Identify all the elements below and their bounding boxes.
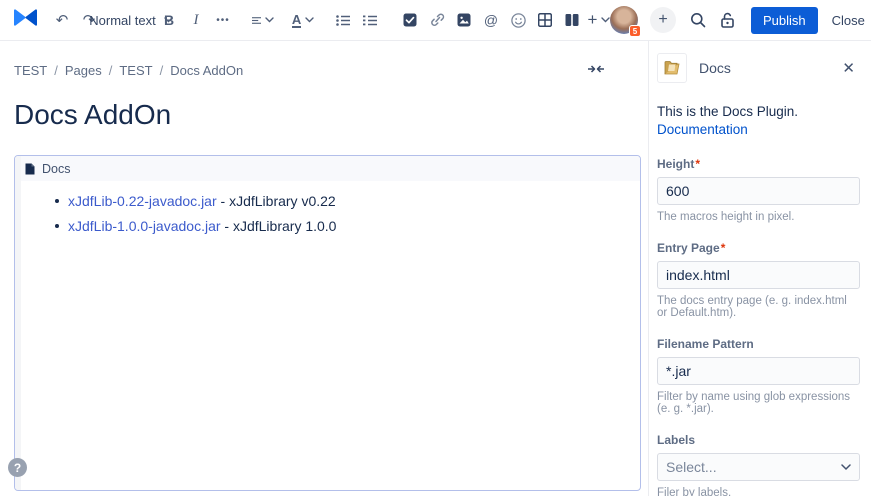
macro-config-panel: Docs ✕ This is the Docs Plugin. Document… — [648, 41, 871, 496]
publish-button[interactable]: Publish — [751, 7, 818, 34]
plus-icon: + — [588, 10, 598, 30]
italic-button[interactable]: I — [185, 6, 207, 34]
docs-plugin-icon — [662, 58, 682, 78]
height-input[interactable] — [657, 177, 860, 205]
breadcrumb-item[interactable]: TEST — [14, 63, 47, 78]
mention-button[interactable]: @ — [480, 6, 502, 34]
align-left-icon — [252, 15, 261, 26]
help-button[interactable]: ? — [8, 458, 27, 477]
field-filename-pattern: Filename Pattern Filter by name using gl… — [657, 337, 859, 415]
breadcrumb: TEST / Pages / TEST / Docs AddOn — [14, 63, 243, 78]
panel-title: Docs — [699, 60, 731, 76]
field-height: Height* The macros height in pixel. — [657, 157, 859, 223]
javadoc-link[interactable]: xJdfLib-1.0.0-javadoc.jar — [68, 218, 221, 234]
breadcrumb-item[interactable]: TEST — [119, 63, 152, 78]
field-label: Filename Pattern — [657, 337, 859, 351]
field-label: Labels — [657, 433, 859, 447]
breadcrumb-item[interactable]: Docs AddOn — [170, 63, 243, 78]
emoji-button[interactable] — [507, 6, 529, 34]
table-icon — [538, 13, 552, 27]
insert-image-button[interactable] — [453, 6, 475, 34]
close-editor-button[interactable]: Close — [832, 13, 865, 28]
collapse-width-button[interactable] — [588, 61, 604, 79]
emoji-icon — [511, 13, 526, 28]
invite-button[interactable]: + — [650, 7, 676, 33]
chevron-down-icon — [265, 17, 274, 23]
panel-header: Docs ✕ — [657, 53, 859, 83]
docs-macro-block[interactable]: Docs xJdfLib-0.22-javadoc.jar - xJdfLibr… — [14, 155, 641, 491]
bullet-list-icon — [336, 15, 350, 26]
editor-content-area: TEST / Pages / TEST / Docs AddOn Docs Ad… — [0, 41, 648, 496]
list-item: xJdfLib-0.22-javadoc.jar - xJdfLibrary v… — [55, 193, 640, 209]
documentation-link[interactable]: Documentation — [657, 122, 748, 137]
bullet-icon — [55, 224, 59, 228]
list-item-text: - xJdfLibrary v0.22 — [217, 193, 336, 209]
macro-left-gutter — [15, 156, 21, 490]
field-help: Filer by labels. — [657, 487, 859, 496]
breadcrumb-item[interactable]: Pages — [65, 63, 102, 78]
confluence-logo[interactable] — [14, 6, 37, 34]
action-item-button[interactable] — [399, 6, 421, 34]
chevron-down-icon — [841, 464, 851, 471]
labels-select-value: Select... — [666, 459, 717, 475]
macro-header-label: Docs — [42, 162, 70, 176]
plugin-description: This is the Docs Plugin. Documentation — [657, 103, 859, 139]
list-item: xJdfLib-1.0.0-javadoc.jar - xJdfLibrary … — [55, 218, 640, 234]
javadoc-link[interactable]: xJdfLib-0.22-javadoc.jar — [68, 193, 217, 209]
field-help: Filter by name using glob expressions (e… — [657, 391, 859, 415]
page-title[interactable]: Docs AddOn — [14, 99, 171, 131]
text-style-dropdown[interactable]: Normal text — [118, 6, 140, 34]
restrictions-button[interactable] — [720, 12, 735, 28]
text-color-icon: A — [292, 13, 301, 28]
close-panel-icon[interactable]: ✕ — [838, 57, 859, 79]
field-help: The docs entry page (e. g. index.html or… — [657, 295, 859, 319]
field-label: Height* — [657, 157, 859, 171]
columns-layout-icon — [565, 13, 579, 27]
text-color-dropdown[interactable]: A — [292, 6, 314, 34]
bold-button[interactable]: B — [158, 6, 180, 34]
search-button[interactable] — [690, 12, 706, 28]
link-button[interactable] — [426, 6, 448, 34]
field-help: The macros height in pixel. — [657, 211, 859, 223]
user-avatar[interactable]: 5 — [610, 6, 638, 34]
field-label: Entry Page* — [657, 241, 859, 255]
editor-toolbar: ↶ ↷ Normal text B I ••• A — [0, 0, 871, 41]
field-entry-page: Entry Page* The docs entry page (e. g. i… — [657, 241, 859, 319]
breadcrumb-separator: / — [109, 63, 113, 78]
image-icon — [457, 13, 471, 27]
filename-pattern-input[interactable] — [657, 357, 860, 385]
search-icon — [690, 12, 706, 28]
bullet-icon — [55, 199, 59, 203]
document-icon — [25, 163, 35, 175]
breadcrumb-separator: / — [54, 63, 58, 78]
insert-dropdown[interactable]: + — [588, 6, 610, 34]
confluence-editor: ↶ ↷ Normal text B I ••• A — [0, 0, 871, 496]
numbered-list-button[interactable] — [359, 6, 381, 34]
alignment-dropdown[interactable] — [252, 6, 274, 34]
layouts-button[interactable] — [561, 6, 583, 34]
bullet-list-button[interactable] — [332, 6, 354, 34]
undo-button[interactable]: ↶ — [51, 6, 73, 34]
numbered-list-icon — [363, 15, 377, 26]
unlock-icon — [720, 12, 735, 28]
field-labels: Labels Select... Filer by labels. — [657, 433, 859, 496]
labels-select[interactable]: Select... — [657, 453, 860, 481]
macro-header[interactable]: Docs — [15, 156, 640, 181]
docs-plugin-icon-box — [657, 53, 687, 83]
macro-body: xJdfLib-0.22-javadoc.jar - xJdfLibrary v… — [15, 181, 640, 234]
chevron-down-icon — [305, 17, 314, 23]
more-formatting-button[interactable]: ••• — [212, 6, 234, 34]
breadcrumb-separator: / — [160, 63, 164, 78]
avatar-status-badge: 5 — [629, 25, 641, 37]
entry-page-input[interactable] — [657, 261, 860, 289]
insert-table-button[interactable] — [534, 6, 556, 34]
required-marker: * — [721, 241, 726, 255]
list-item-text: - xJdfLibrary 1.0.0 — [221, 218, 337, 234]
toolbar-right-cluster: 5 + Publish Close ••• — [610, 6, 871, 34]
collapse-arrows-icon — [588, 64, 604, 74]
task-checkbox-icon — [403, 13, 417, 27]
required-marker: * — [695, 157, 700, 171]
link-icon — [430, 13, 445, 27]
